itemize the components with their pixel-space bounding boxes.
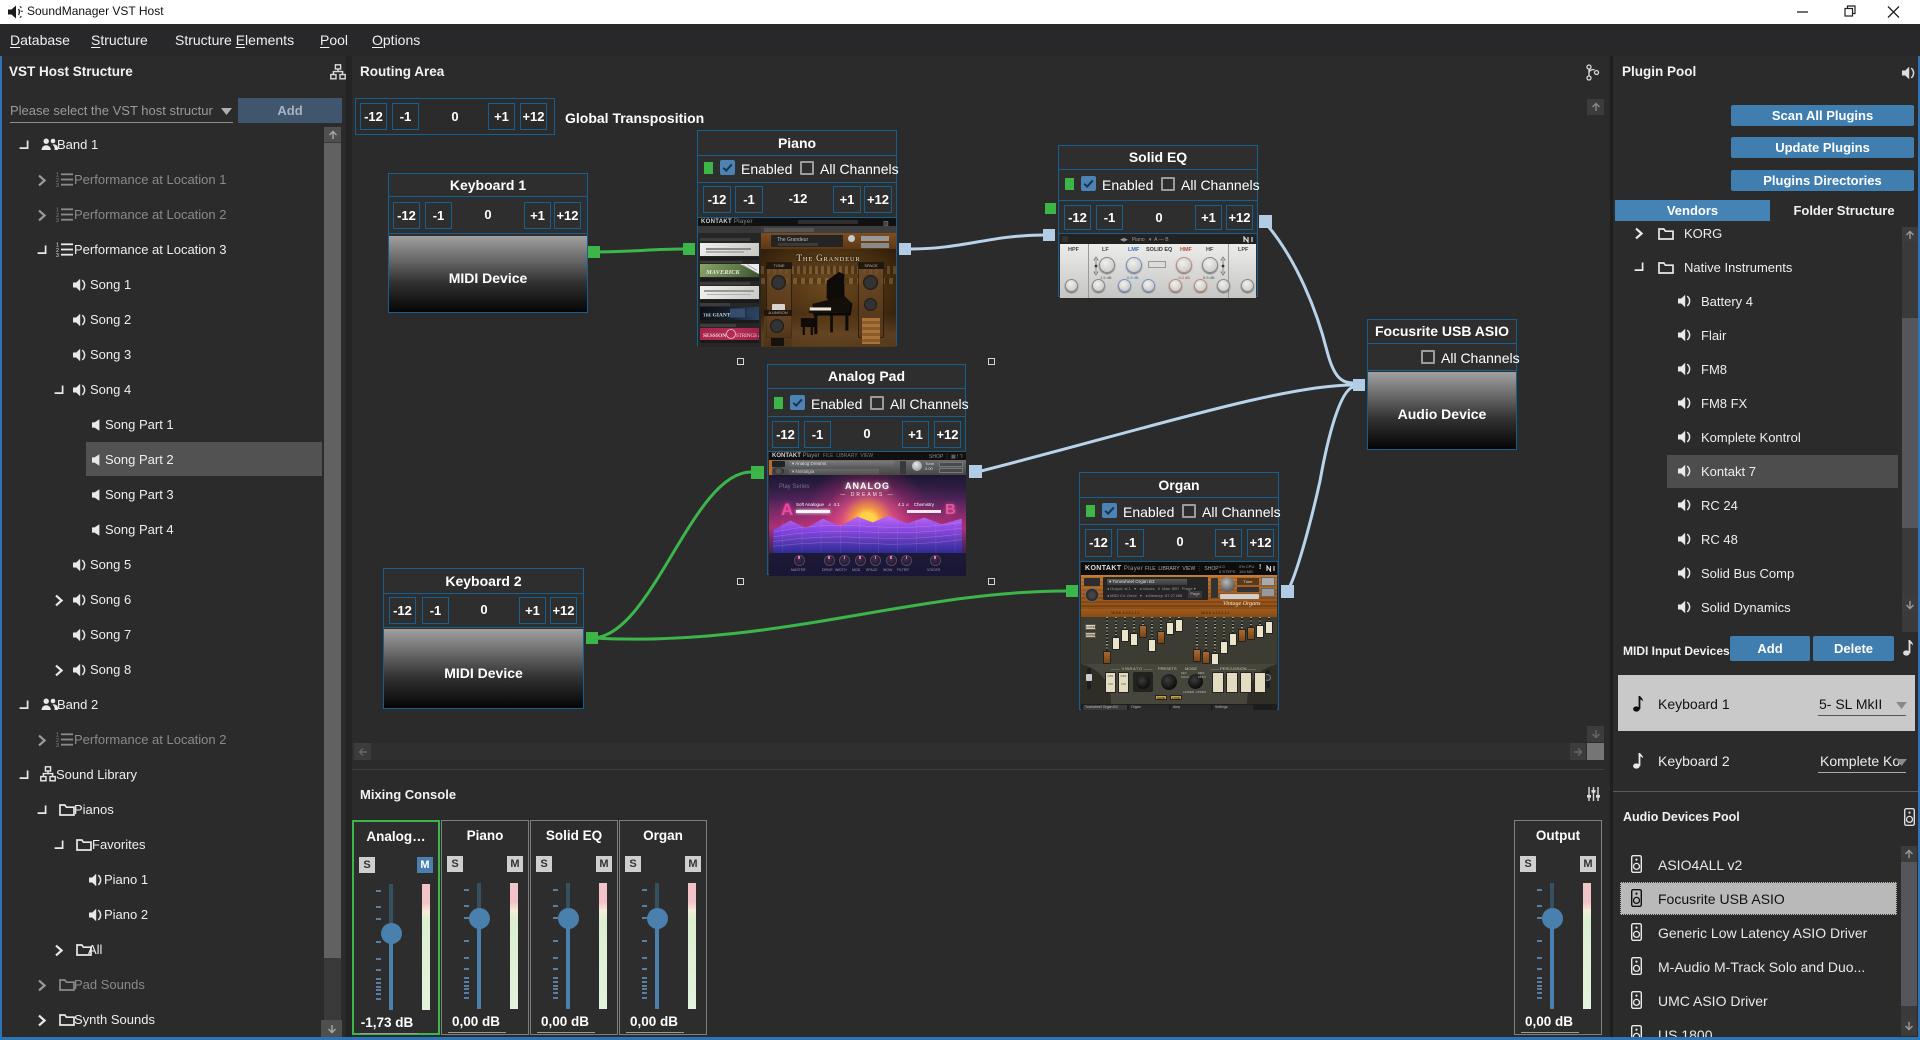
svg-text:STRINGS PRO 2: STRINGS PRO 2 [736,334,759,339]
svg-text:3: 3 [56,743,59,747]
svg-text:3: 3 [56,253,59,257]
svg-text:SESSION: SESSION [703,333,726,339]
svg-text:3: 3 [56,218,59,222]
svg-text:MAVERICK: MAVERICK [705,269,741,276]
svg-text:THE GIANT: THE GIANT [703,312,731,318]
svg-text:3: 3 [56,183,59,187]
